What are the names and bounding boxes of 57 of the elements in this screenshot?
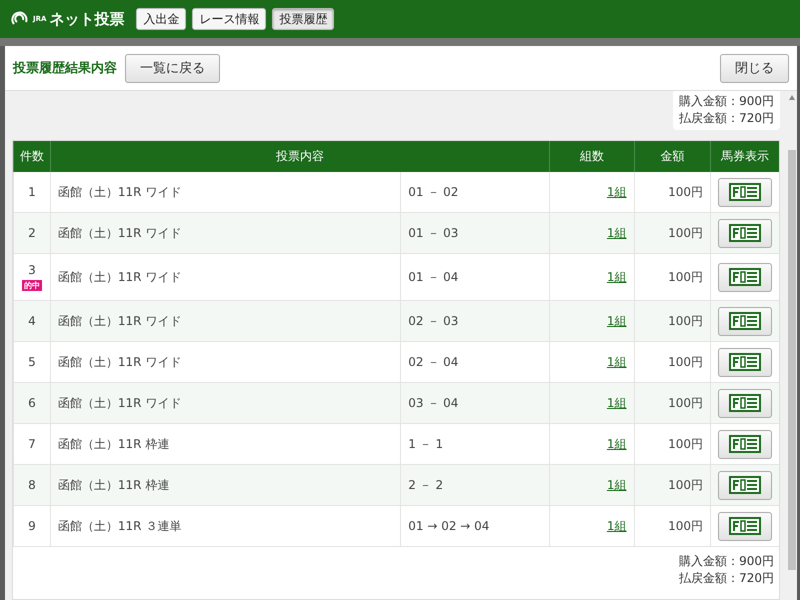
sets-link[interactable]: 1組 [606,314,627,328]
row-number: 4 [27,314,37,328]
nav-button[interactable]: 投票履歴 [272,8,334,30]
sets-link[interactable]: 1組 [606,226,627,240]
ticket-icon [728,353,761,371]
sets-link[interactable]: 1組 [606,478,627,492]
ticket-icon [728,517,761,535]
ticket-view-button[interactable] [718,430,772,458]
close-button[interactable]: 閉じる [720,54,789,82]
row-number: 9 [27,519,37,533]
ticket-icon [728,224,761,242]
column-header: 金額 [634,141,710,172]
column-header: 投票内容 [50,141,550,172]
sets-link[interactable]: 1組 [606,518,627,532]
ticket-view-button[interactable] [718,306,772,336]
table-cell: 100円 [634,506,710,546]
summary-line: 購入金額：900円 [678,553,774,570]
ticket-icon [728,476,761,494]
column-header: 組数 [550,141,634,172]
table-cell: 函館（土）11R ３連単 [50,506,401,546]
ticket-view-button[interactable] [718,388,772,418]
ticket-icon [728,268,761,286]
row-number: 6 [27,396,37,410]
ticket-icon [728,435,761,453]
summary-line: 払戻金額：720円 [679,110,774,127]
ticket-view-button[interactable] [718,512,772,540]
ticket-icon [728,394,761,412]
row-number: 8 [27,478,37,492]
ticket-view-button[interactable] [718,348,772,376]
column-header: 件数 [14,141,50,172]
hit-badge: 的中 [22,280,42,291]
sets-link[interactable]: 1組 [606,354,627,368]
summary-line: 購入金額：900円 [679,93,774,110]
row-number: 2 [27,226,37,240]
sets-link[interactable]: 1組 [606,436,627,450]
sets-link[interactable]: 1組 [606,396,627,410]
nav-button[interactable]: 入出金 [136,8,186,30]
summary-line: 払戻金額：720円 [678,570,774,587]
row-number: 1 [27,185,37,199]
row-number: 7 [27,437,37,451]
brand-title: ネット投票 [49,10,124,28]
ticket-view-button[interactable] [718,218,772,248]
sets-link[interactable]: 1組 [606,270,627,284]
column-header: 馬券表示 [710,141,779,172]
back-button[interactable]: 一覧に戻る [125,54,220,82]
row-number: 3 [27,263,37,277]
ticket-icon [728,183,761,201]
ticket-view-button[interactable] [718,262,772,292]
scroll-up-icon[interactable] [789,95,795,100]
row-number: 5 [27,355,37,369]
ticket-view-button[interactable] [718,470,772,500]
dialog-title: 投票履歴結果内容 [13,60,117,77]
nav-button[interactable]: レース情報 [192,8,266,30]
sets-link[interactable]: 1組 [606,184,627,198]
ticket-icon [728,312,761,330]
ticket-view-button[interactable] [718,178,772,206]
table-cell: 01 → 02 → 04 [400,506,550,546]
